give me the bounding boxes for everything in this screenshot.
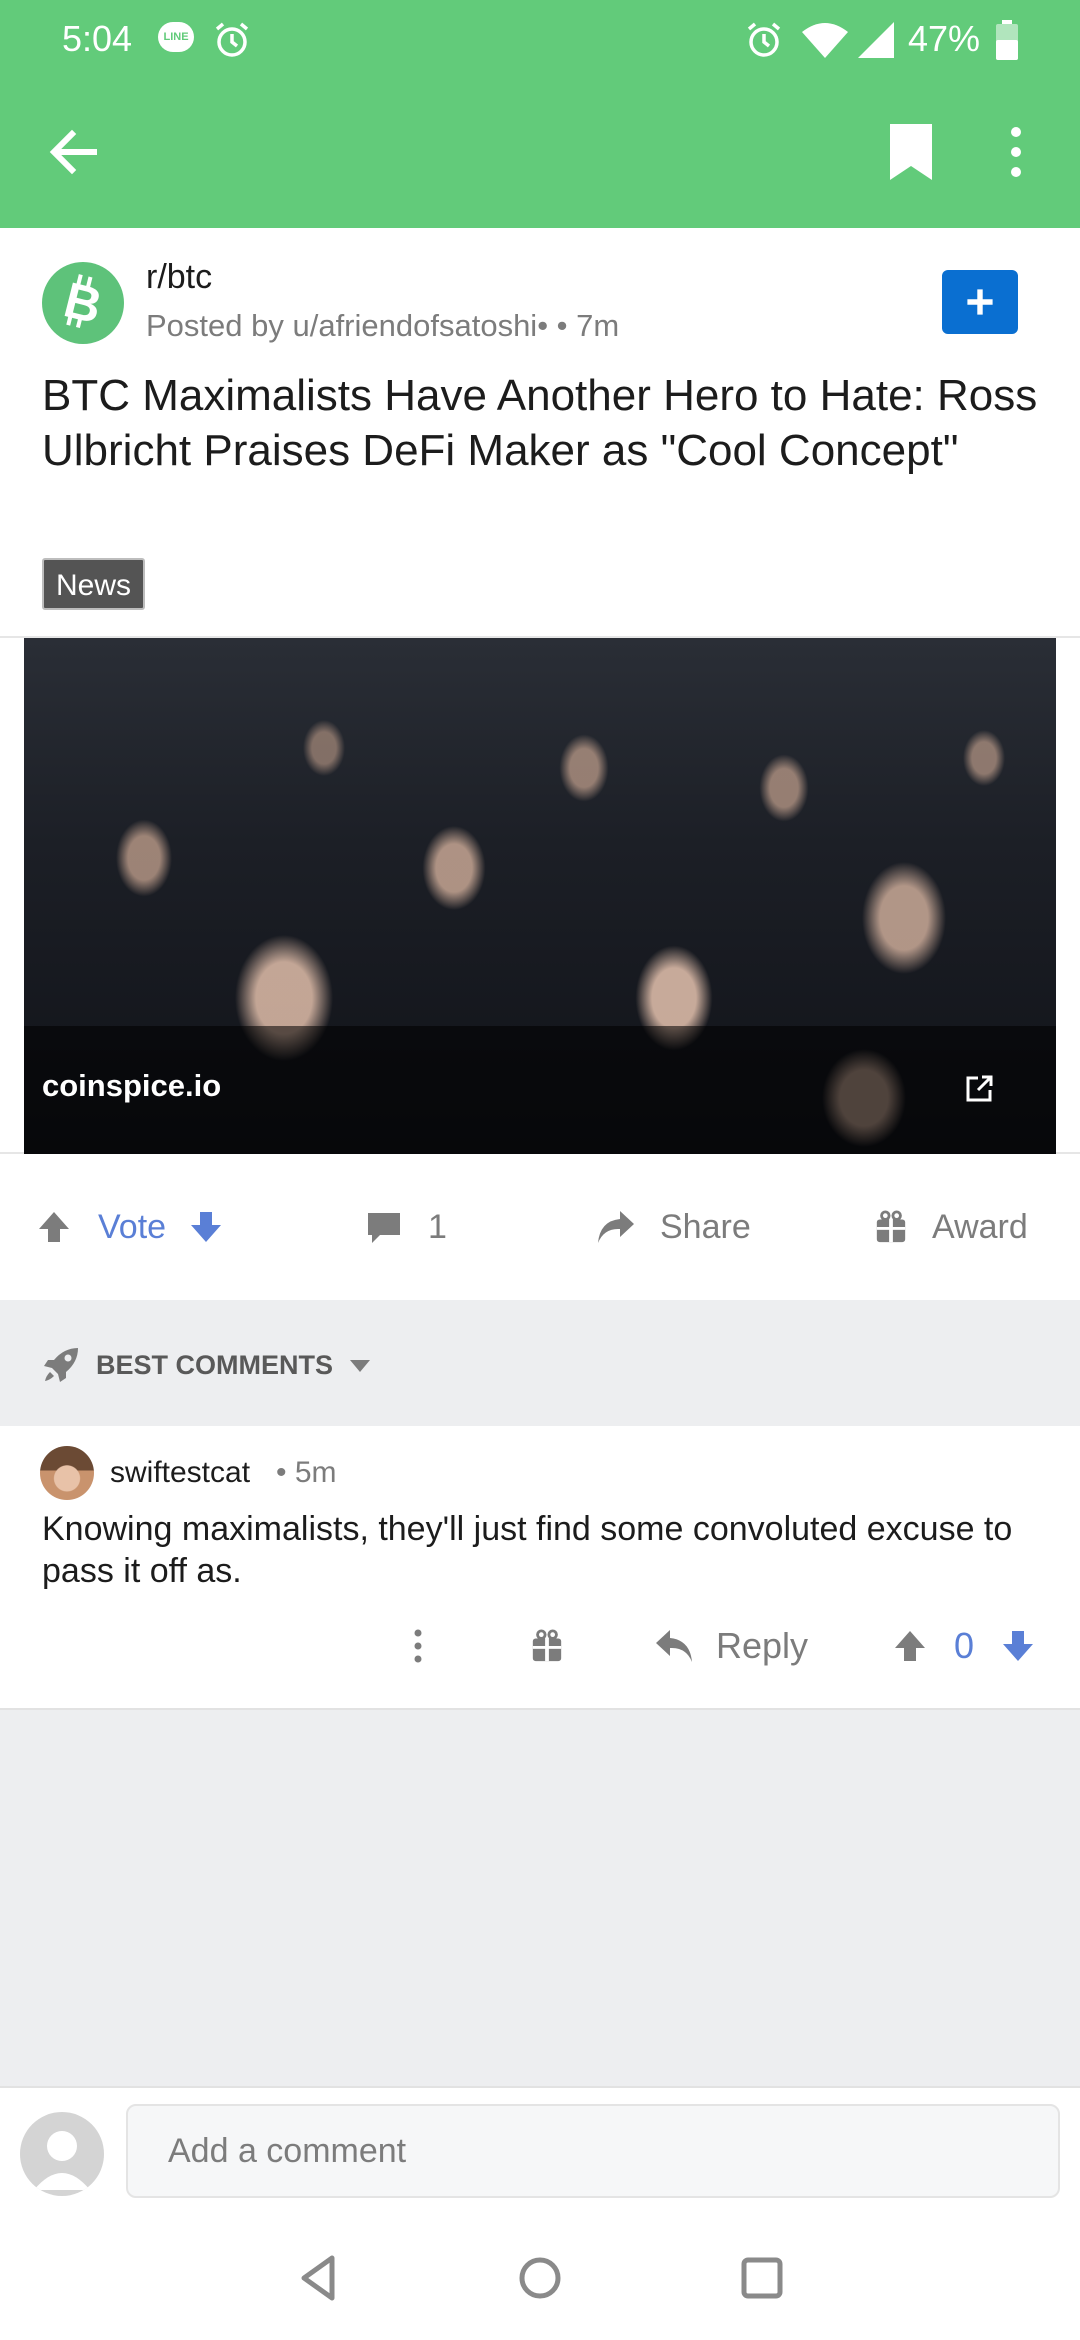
subreddit-name[interactable]: r/btc (146, 258, 212, 297)
rocket-icon (44, 1348, 78, 1382)
link-domain[interactable]: coinspice.io (42, 1068, 221, 1104)
more-vertical-icon[interactable] (1006, 122, 1026, 182)
svg-text:B: B (59, 271, 108, 334)
signal-icon (858, 22, 894, 58)
comment-count: 1 (428, 1207, 447, 1246)
comment-sort-bar[interactable]: BEST COMMENTS (0, 1300, 1080, 1426)
downvote-arrow-icon[interactable] (1000, 1628, 1036, 1664)
comment-time: • 5m (276, 1456, 337, 1489)
reply-arrow-icon (656, 1630, 692, 1662)
comment-vote-group: 0 (892, 1616, 1036, 1676)
plus-icon (967, 289, 993, 315)
nav-recents-icon[interactable] (734, 2250, 790, 2306)
external-link-icon[interactable] (964, 1074, 994, 1104)
nav-home-icon[interactable] (512, 2250, 568, 2306)
post-flair: News (42, 558, 146, 610)
vote-group: Vote (36, 1154, 224, 1300)
bitcoin-logo-icon: B (59, 271, 108, 334)
comment-score: 0 (954, 1625, 975, 1666)
comment-item: swiftestcat • 5m Knowing maximalists, th… (0, 1426, 1080, 1708)
posted-by[interactable]: Posted by u/afriendofsatoshi• • 7m (146, 308, 619, 344)
system-nav-bar (0, 2214, 1080, 2340)
gift-icon (532, 1629, 562, 1662)
share-label: Share (660, 1207, 751, 1246)
back-arrow-icon[interactable] (44, 122, 104, 182)
share-button[interactable]: Share (596, 1154, 751, 1300)
share-arrow-icon (598, 1211, 634, 1243)
more-vertical-icon (414, 1629, 422, 1663)
award-button[interactable]: Award (874, 1154, 1028, 1300)
alarm-icon (747, 22, 781, 57)
comment-more-button[interactable] (412, 1616, 424, 1676)
post-title[interactable]: BTC Maximalists Have Another Hero to Hat… (42, 368, 1052, 478)
add-comment-input[interactable]: Add a comment (126, 2104, 1060, 2198)
battery-icon (996, 20, 1018, 60)
subreddit-avatar[interactable]: B (42, 262, 124, 344)
upvote-arrow-icon[interactable] (892, 1628, 928, 1664)
upvote-arrow-icon[interactable] (36, 1209, 72, 1245)
link-preview[interactable]: coinspice.io (0, 636, 1080, 1154)
post-action-bar: Vote 1 Share Award (0, 1154, 1080, 1300)
nav-back-icon[interactable] (292, 2250, 348, 2306)
comment-reply-button[interactable]: Reply (654, 1616, 808, 1676)
downvote-arrow-icon[interactable] (188, 1209, 224, 1245)
comment-compose-bar: Add a comment (0, 2086, 1080, 2214)
join-subreddit-button[interactable] (942, 270, 1018, 334)
line-notification-icon: LINE (158, 22, 194, 52)
alarm-icon (215, 22, 249, 57)
reply-label: Reply (716, 1625, 809, 1666)
comment-body: Knowing maximalists, they'll just find s… (42, 1510, 1013, 1590)
comments-button[interactable]: 1 (366, 1154, 447, 1300)
app-bar: 5:04 LINE 47% (0, 0, 1080, 228)
gift-icon (876, 1210, 906, 1243)
user-avatar[interactable] (20, 2112, 104, 2196)
chevron-down-icon[interactable] (348, 1356, 372, 1376)
vote-label: Vote (98, 1207, 167, 1246)
comment-sort-label[interactable]: BEST COMMENTS (96, 1350, 333, 1381)
battery-percent: 47% (908, 18, 981, 59)
wifi-icon (802, 23, 848, 58)
user-silhouette-icon (34, 2131, 90, 2190)
bookmark-icon[interactable] (886, 122, 936, 182)
empty-comments-area (0, 1708, 1080, 2086)
comment-bubble-icon (368, 1213, 400, 1243)
award-label: Award (932, 1207, 1028, 1246)
commenter-avatar[interactable] (40, 1446, 94, 1500)
status-bar: 5:04 LINE 47% (0, 0, 1080, 80)
status-time: 5:04 (62, 18, 133, 59)
comment-username[interactable]: swiftestcat (110, 1456, 250, 1490)
comment-award-button[interactable] (530, 1616, 564, 1676)
